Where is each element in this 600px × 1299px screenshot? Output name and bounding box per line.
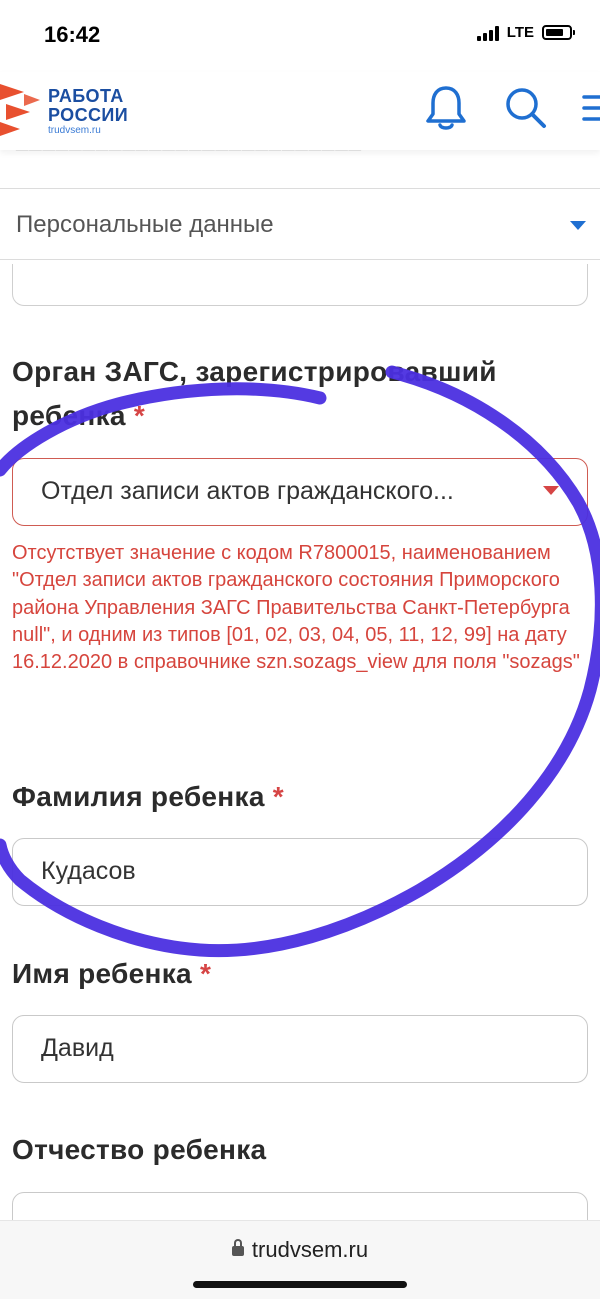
surname-label-text: Фамилия ребенка (12, 781, 265, 812)
previous-field-bottom[interactable] (12, 264, 588, 306)
name-field-label: Имя ребенка * (12, 952, 587, 996)
name-input-value: Давид (41, 1034, 114, 1062)
required-marker: * (200, 958, 212, 989)
zags-field-label: Орган ЗАГС, зарегистрировавший ребенка * (12, 350, 587, 438)
patronymic-field-label: Отчество ребенка (12, 1128, 587, 1172)
section-select-value: Персональные данные (16, 211, 274, 238)
zags-select-value: Отдел записи актов гражданского... (41, 477, 454, 505)
status-time: 16:42 (44, 22, 101, 47)
name-input[interactable]: Давид (12, 1015, 588, 1083)
logo-domain: trudvsem.ru (48, 125, 101, 136)
lock-icon (231, 1239, 244, 1256)
logo-text[interactable]: РАБОТА РОССИИ (48, 87, 128, 125)
zags-error-message: Отсутствует значение с кодом R7800015, н… (12, 542, 580, 674)
logo-line-1: РАБОТА (48, 86, 124, 106)
home-indicator[interactable] (193, 1281, 407, 1288)
url-text: trudvsem.ru (251, 1237, 369, 1262)
surname-field-label: Фамилия ребенка * (12, 775, 587, 819)
chevron-down-icon (570, 221, 586, 230)
search-icon[interactable] (504, 86, 548, 130)
name-label-text: Имя ребенка (12, 958, 192, 989)
status-bar: 16:42 LTE (0, 0, 600, 72)
site-header: РАБОТА РОССИИ trudvsem.ru (0, 72, 600, 150)
section-select[interactable]: Персональные данные (0, 188, 600, 260)
network-type: LTE (506, 24, 534, 41)
zags-label-line-1: Орган ЗАГС, зарегистрировавший (12, 356, 497, 387)
surname-input-value: Кудасов (41, 857, 136, 885)
logo-line-2: РОССИИ (48, 105, 129, 125)
address-bar[interactable]: trudvsem.ru (0, 1237, 600, 1263)
surname-input[interactable]: Кудасов (12, 838, 588, 906)
scrolled-content-fragment: ▔▔▔▔▔▔▔▔▔▔▔▔▔▔▔▔▔▔▔▔▔▔▔▔▔▔ (16, 150, 362, 167)
browser-bottom-bar: trudvsem.ru (0, 1220, 600, 1299)
zags-label-line-2: ребенка (12, 400, 126, 431)
bell-icon[interactable] (424, 84, 468, 132)
signal-icon (476, 25, 499, 41)
logo-mark-icon[interactable] (0, 78, 44, 136)
chevron-down-icon (543, 486, 559, 495)
patronymic-label-text: Отчество ребенка (12, 1134, 267, 1165)
battery-icon (542, 25, 575, 40)
zags-select[interactable]: Отдел записи актов гражданского... (12, 458, 588, 526)
required-marker: * (133, 400, 146, 431)
menu-icon[interactable] (580, 92, 600, 124)
required-marker: * (272, 781, 284, 812)
status-indicators: LTE (476, 24, 575, 41)
